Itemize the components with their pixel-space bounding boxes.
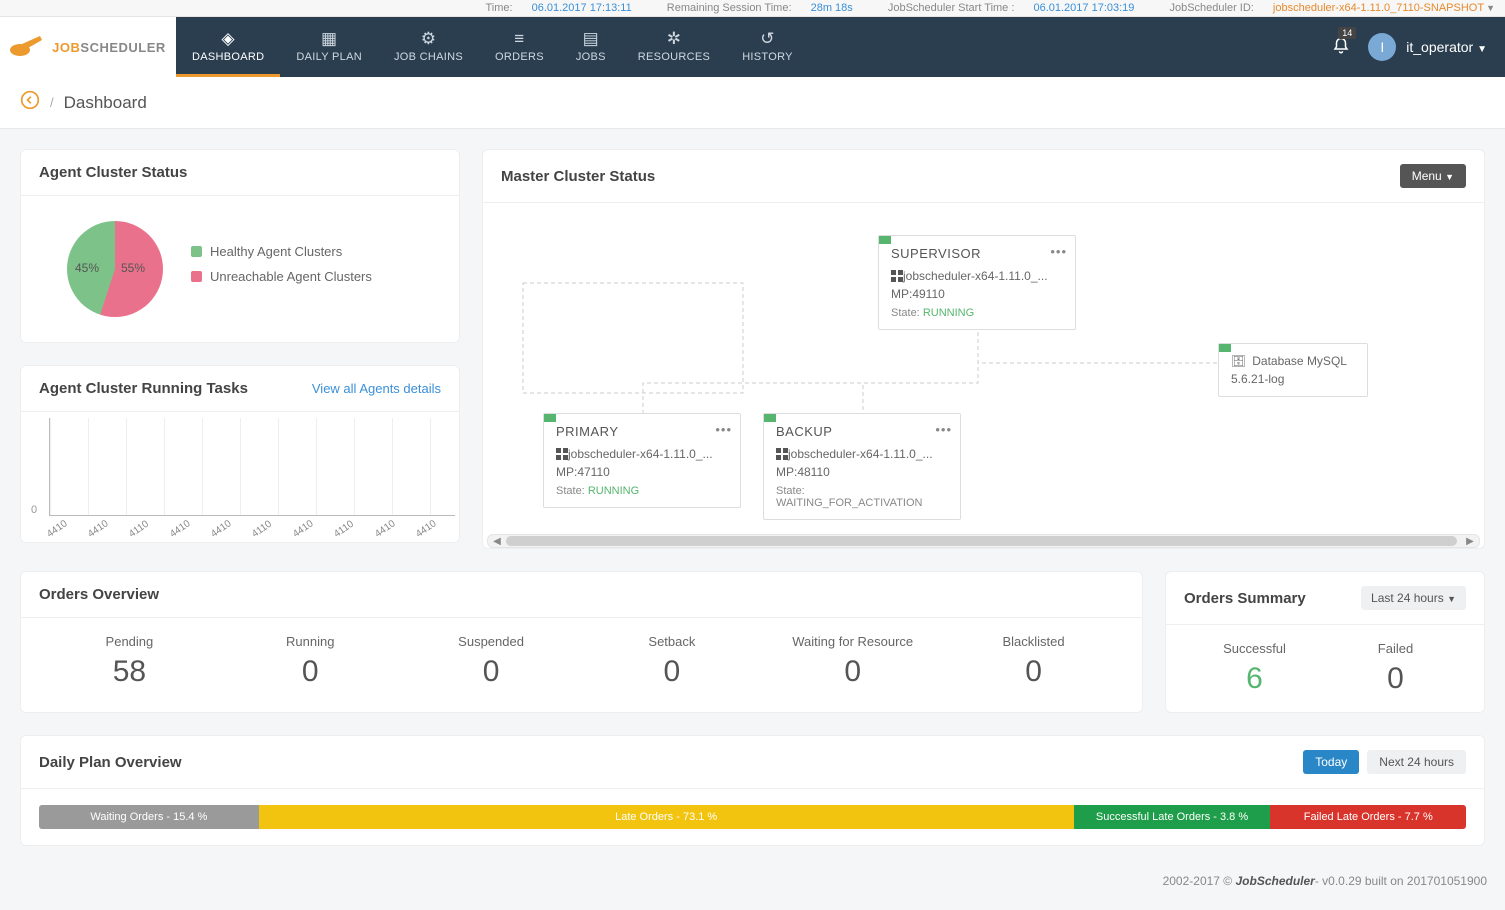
- notification-badge: 14: [1338, 27, 1356, 39]
- calendar-icon: ▦: [321, 29, 337, 49]
- node-backup[interactable]: BACKUP••• jobscheduler-x64-1.11.0_... MP…: [763, 413, 961, 520]
- node-primary[interactable]: PRIMARY••• jobscheduler-x64-1.11.0_... M…: [543, 413, 741, 508]
- running-tasks-card: Agent Cluster Running Tasks View all Age…: [20, 365, 460, 543]
- summary-range-dropdown[interactable]: Last 24 hours ▼: [1361, 586, 1466, 610]
- status-bar: Time: 06.01.2017 17:13:11 Remaining Sess…: [0, 0, 1505, 17]
- caret-down-icon: ▼: [1477, 44, 1487, 55]
- scroll-left-icon[interactable]: ◀: [488, 536, 506, 547]
- orders-overview-card: Orders Overview Pending58Running0Suspend…: [20, 571, 1143, 713]
- gauge-icon: ◈: [222, 29, 235, 49]
- overview-cell: Pending58: [39, 634, 220, 689]
- caret-down-icon: ▼: [1445, 172, 1454, 182]
- horizontal-scrollbar[interactable]: ◀ ▶: [487, 534, 1480, 548]
- share-icon: ✲: [667, 29, 682, 49]
- orders-summary-card: Orders Summary Last 24 hours ▼ Successfu…: [1165, 571, 1485, 713]
- summary-failed: Failed0: [1325, 641, 1466, 696]
- running-tasks-plot: [49, 418, 455, 516]
- legend-healthy[interactable]: Healthy Agent Clusters: [191, 244, 372, 259]
- nav-resources[interactable]: ✲RESOURCES: [622, 17, 726, 77]
- breadcrumb: / Dashboard: [0, 77, 1505, 129]
- daily-plan-bar: Waiting Orders - 15.4 %Late Orders - 73.…: [39, 805, 1466, 829]
- scroll-right-icon[interactable]: ▶: [1461, 536, 1479, 547]
- overview-cell: Blacklisted0: [943, 634, 1124, 689]
- overview-cell: Suspended0: [401, 634, 582, 689]
- page-title: Dashboard: [64, 93, 147, 113]
- master-cluster-card: Master Cluster Status Menu ▼ SUPERVISOR•…: [482, 149, 1485, 549]
- brand-logo[interactable]: JOBSCHEDULER: [0, 17, 176, 77]
- windows-icon: [776, 448, 788, 460]
- node-menu-button[interactable]: •••: [1050, 244, 1067, 259]
- nav-history[interactable]: ↺HISTORY: [726, 17, 809, 77]
- footer: 2002-2017 © JobScheduler- v0.0.29 built …: [0, 866, 1505, 896]
- jobs-icon: ▤: [583, 29, 599, 49]
- next24-button[interactable]: Next 24 hours: [1367, 750, 1466, 774]
- today-button[interactable]: Today: [1303, 750, 1359, 774]
- nav-job-chains[interactable]: ⚙JOB CHAINS: [378, 17, 479, 77]
- node-menu-button[interactable]: •••: [715, 422, 732, 437]
- arrow-left-circle-icon: [20, 90, 40, 110]
- overview-cell: Waiting for Resource0: [762, 634, 943, 689]
- user-menu[interactable]: it_operator ▼: [1406, 39, 1487, 55]
- scroll-thumb[interactable]: [506, 536, 1457, 546]
- dp-segment[interactable]: Late Orders - 73.1 %: [259, 805, 1074, 829]
- link-icon: ⚙: [421, 29, 437, 49]
- nav-orders[interactable]: ≡ORDERS: [479, 17, 560, 77]
- scheduler-id-link[interactable]: jobscheduler-x64-1.11.0_7110-SNAPSHOT: [1273, 2, 1484, 14]
- overview-cell: Setback0: [581, 634, 762, 689]
- dp-segment[interactable]: Successful Late Orders - 3.8 %: [1074, 805, 1271, 829]
- back-button[interactable]: [20, 90, 40, 115]
- dp-segment[interactable]: Waiting Orders - 15.4 %: [39, 805, 259, 829]
- dp-segment[interactable]: Failed Late Orders - 7.7 %: [1270, 805, 1465, 829]
- windows-icon: [891, 270, 903, 282]
- node-database[interactable]: 🗄Database MySQL 5.6.21-log: [1218, 343, 1368, 397]
- orders-icon: ≡: [514, 29, 524, 49]
- agent-cluster-status-card: Agent Cluster Status 45% 55% Healthy Age…: [20, 149, 460, 343]
- node-supervisor[interactable]: SUPERVISOR••• jobscheduler-x64-1.11.0_..…: [878, 235, 1076, 330]
- nav-jobs[interactable]: ▤JOBS: [560, 17, 622, 77]
- bell-icon: [1332, 37, 1350, 55]
- view-agents-link[interactable]: View all Agents details: [312, 381, 441, 396]
- windows-icon: [556, 448, 568, 460]
- database-icon: 🗄: [1231, 354, 1246, 368]
- node-menu-button[interactable]: •••: [935, 422, 952, 437]
- legend-unreachable[interactable]: Unreachable Agent Clusters: [191, 269, 372, 284]
- summary-successful: Successful6: [1184, 641, 1325, 696]
- top-nav: JOBSCHEDULER ◈DASHBOARD ▦DAILY PLAN ⚙JOB…: [0, 17, 1505, 77]
- daily-plan-card: Daily Plan Overview Today Next 24 hours …: [20, 735, 1485, 846]
- avatar[interactable]: I: [1368, 33, 1396, 61]
- nav-dashboard[interactable]: ◈DASHBOARD: [176, 17, 280, 77]
- agent-status-pie: 45% 55%: [67, 221, 163, 317]
- notifications-button[interactable]: 14: [1332, 37, 1350, 58]
- history-icon: ↺: [760, 29, 775, 49]
- master-menu-button[interactable]: Menu ▼: [1400, 164, 1466, 188]
- overview-cell: Running0: [220, 634, 401, 689]
- nav-daily-plan[interactable]: ▦DAILY PLAN: [280, 17, 378, 77]
- caret-down-icon: ▼: [1447, 594, 1456, 604]
